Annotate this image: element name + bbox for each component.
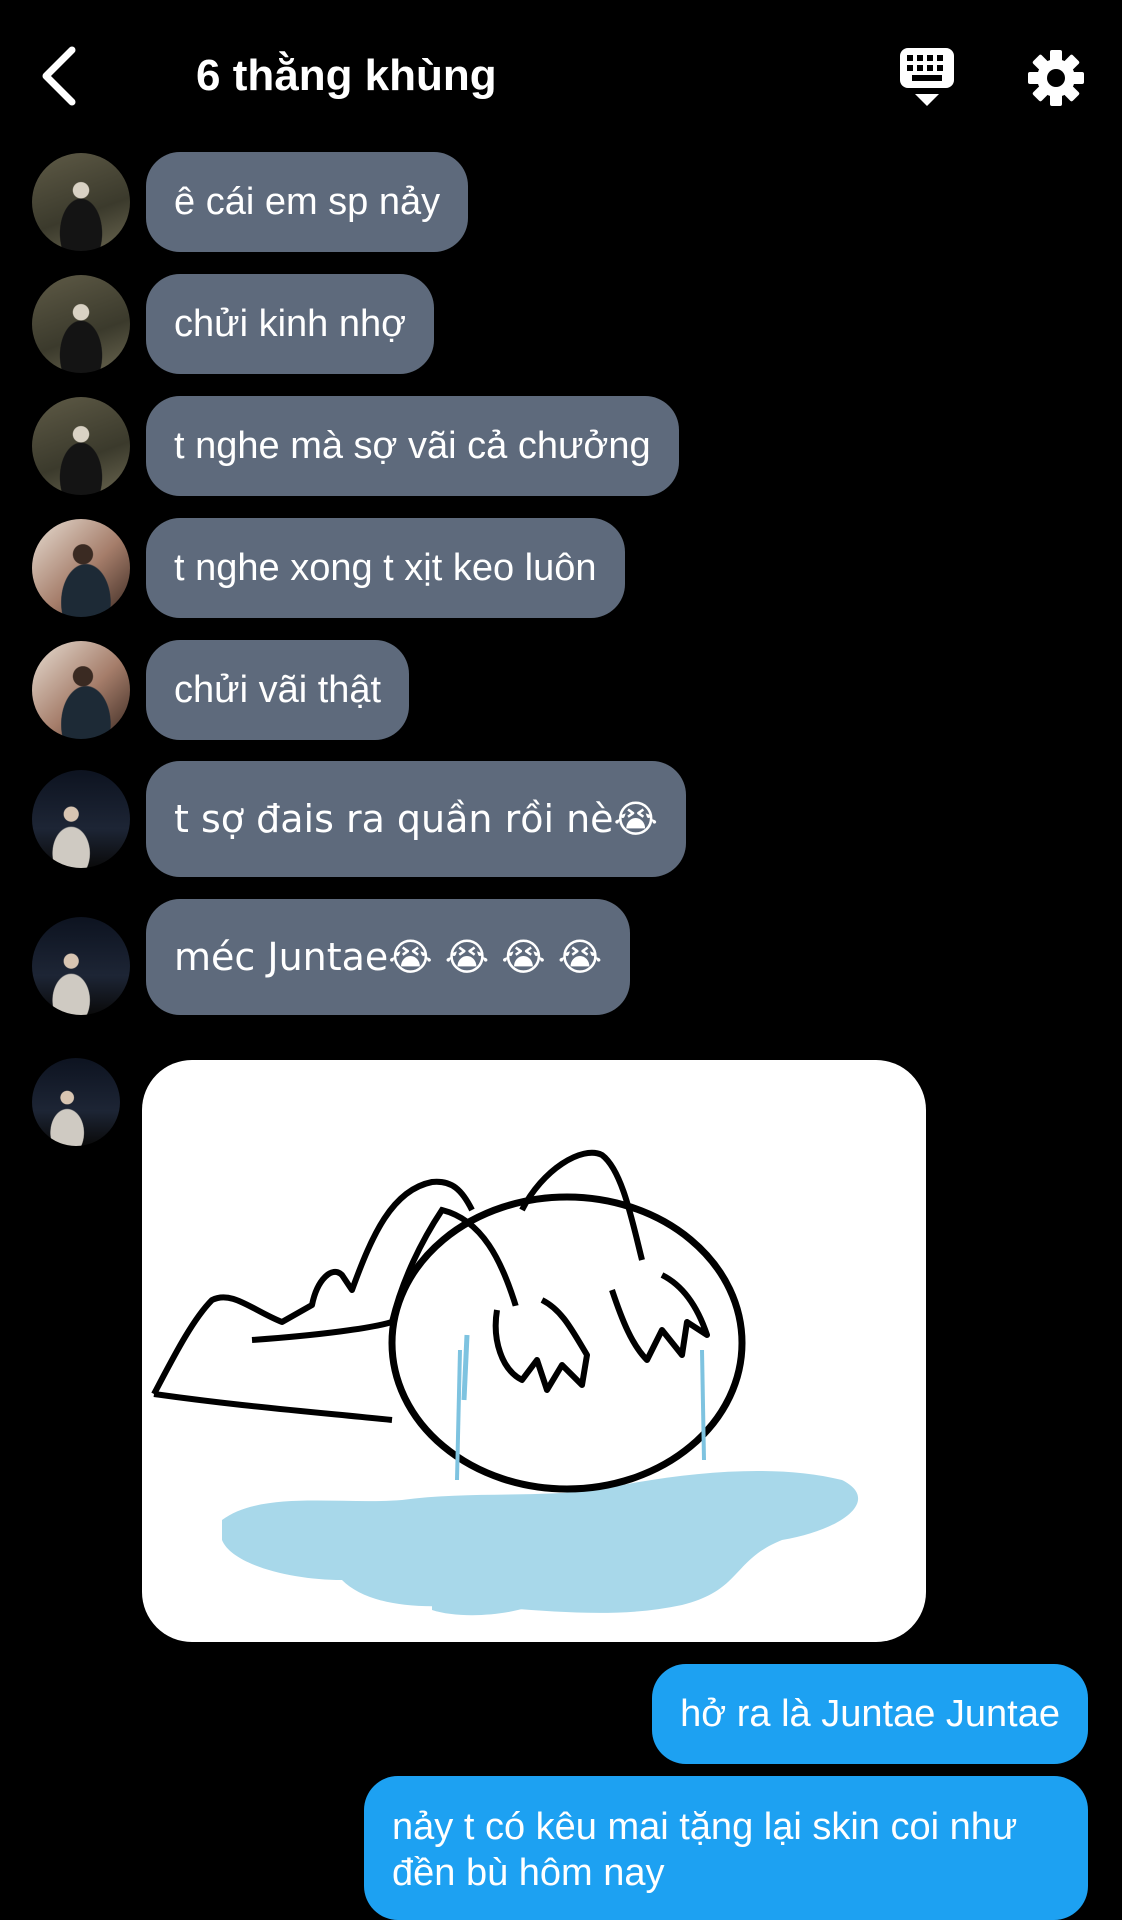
keyboard-button[interactable] [898, 46, 956, 108]
avatar[interactable] [32, 641, 130, 739]
message-bubble[interactable]: t sợ đais ra quần rồi nè😭 [146, 761, 686, 877]
message-bubble[interactable]: chửi vãi thật [146, 640, 410, 740]
my-message-bubble[interactable]: nảy t có kêu mai tặng lại skin coi như đ… [364, 1776, 1088, 1920]
chevron-left-icon [42, 46, 76, 106]
avatar[interactable] [32, 275, 130, 373]
avatar[interactable] [32, 1058, 120, 1146]
message-bubble[interactable]: méc Juntae😭 😭 😭 😭 [146, 899, 631, 1015]
chat-header: 6 thằng khùng [0, 0, 1122, 150]
crying-stick-figure-sticker [151, 1149, 859, 1616]
message-bubble[interactable]: t nghe mà sợ vãi cả chưởng [146, 396, 679, 496]
gear-icon [1028, 50, 1084, 106]
message-bubble[interactable]: t nghe xong t xịt keo luôn [146, 518, 625, 618]
keyboard-icon [900, 48, 954, 106]
avatar[interactable] [32, 153, 130, 251]
message-bubble[interactable]: ê cái em sp nảy [146, 152, 469, 252]
image-message[interactable] [142, 1060, 926, 1642]
chat-title: 6 thằng khùng [196, 51, 497, 100]
message-text: t sợ đais ra quần rồi nè😭 [174, 797, 658, 841]
avatar[interactable] [32, 519, 130, 617]
avatar[interactable] [32, 397, 130, 495]
message-text: méc Juntae😭 😭 😭 😭 [174, 935, 603, 979]
back-button[interactable] [40, 44, 80, 108]
settings-button[interactable] [1028, 50, 1084, 106]
message-bubble[interactable]: chửi kinh nhợ [146, 274, 435, 374]
avatar[interactable] [32, 917, 130, 1015]
my-message-bubble[interactable]: hở ra là Juntae Juntae [652, 1664, 1088, 1764]
avatar[interactable] [32, 770, 130, 868]
